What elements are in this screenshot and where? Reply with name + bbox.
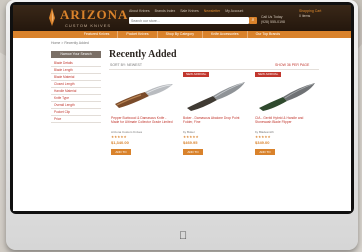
divider xyxy=(109,69,319,70)
sidebar-item-pocket-clip[interactable]: Pocket Clip xyxy=(51,109,101,116)
product-image[interactable] xyxy=(111,78,177,112)
top-link[interactable]: Sale Knives xyxy=(180,9,198,13)
imac-monitor: ARIZONA CUSTOM KNIVES About Knives Brand… xyxy=(6,0,358,250)
rating-stars: ★★★★★ xyxy=(111,135,127,139)
top-link[interactable]: Newsletter xyxy=(204,9,221,13)
add-to-cart-button[interactable]: ADD TO CART xyxy=(183,149,203,160)
sidebar-item-closed-length[interactable]: Closed Length xyxy=(51,81,101,88)
product-price: $469.95 xyxy=(183,140,198,145)
browser-screen: ARIZONA CUSTOM KNIVES About Knives Brand… xyxy=(13,5,351,211)
rating-stars: ★★★★★ xyxy=(255,135,271,139)
top-link[interactable]: About Knives xyxy=(129,9,150,13)
product-brand: by Boker xyxy=(183,130,195,134)
phone-info: Call Us Today (928) 555-0198 xyxy=(261,15,285,25)
product-brand: by Bladesmith xyxy=(255,130,274,134)
product-name[interactable]: Pepper Burlwood & Damascus Knife - Made … xyxy=(111,116,175,125)
filter-sidebar: Narrow Your Search Blade Details Blade L… xyxy=(51,51,101,123)
top-link[interactable]: My Account xyxy=(225,9,243,13)
nav-item-shop-by-category[interactable]: Shop By Category xyxy=(158,31,203,38)
product-price: $349.00 xyxy=(255,140,270,145)
sidebar-heading: Narrow Your Search xyxy=(51,51,101,58)
product-image[interactable] xyxy=(255,78,321,112)
cart-count: 0 items xyxy=(299,14,311,18)
phone-number: (928) 555-0198 xyxy=(261,20,285,24)
sidebar-item-price[interactable]: Price xyxy=(51,116,101,123)
site-logo-tagline: CUSTOM KNIVES xyxy=(65,23,112,28)
add-to-cart-button[interactable]: ADD TO CART xyxy=(255,149,275,160)
site-logo[interactable]: ARIZONA xyxy=(60,7,128,23)
sidebar-item-blade-material[interactable]: Blade Material xyxy=(51,74,101,81)
nav-item-accessories[interactable]: Knife Accessories xyxy=(203,31,248,38)
apple-logo-icon:  xyxy=(179,230,187,242)
sidebar-item-knife-type[interactable]: Knife Type xyxy=(51,95,101,102)
nav-item-featured[interactable]: Featured Knives xyxy=(76,31,119,38)
product-card[interactable]: NEW ARRIVAL CIA - Gerbil Hybrid & Handle… xyxy=(255,72,321,182)
search-icon: ⌕ xyxy=(251,17,255,23)
search-button[interactable]: ⌕ xyxy=(249,17,257,24)
product-name[interactable]: CIA - Gerbil Hybrid & Handle and Stonewa… xyxy=(255,116,319,125)
product-image[interactable] xyxy=(183,78,249,112)
search-input[interactable] xyxy=(129,17,249,24)
sidebar-item-overall-length[interactable]: Overall Length xyxy=(51,102,101,109)
sidebar-item-handle-material[interactable]: Handle Material xyxy=(51,88,101,95)
cart-link[interactable]: Shopping Cart 0 items xyxy=(299,9,321,19)
product-price: $1,340.00 xyxy=(111,140,129,145)
nav-item-top-brands[interactable]: Our Top Brands xyxy=(248,31,288,38)
add-to-cart-button[interactable]: ADD TO CART xyxy=(111,149,131,160)
product-brand: Arizona Custom Knives xyxy=(111,130,143,134)
per-page-select[interactable]: SHOW 36 PER PAGE xyxy=(275,63,309,67)
knife-logo-icon[interactable] xyxy=(47,8,57,26)
new-arrival-badge: NEW ARRIVAL xyxy=(183,72,210,77)
product-card[interactable]: Pepper Burlwood & Damascus Knife - Made … xyxy=(111,72,177,182)
sort-select[interactable]: SORT BY: NEWEST xyxy=(110,63,142,67)
rating-stars: ★★★★★ xyxy=(183,135,199,139)
top-link[interactable]: Brands Index xyxy=(155,9,176,13)
top-links: About Knives Brands Index Sale Knives Ne… xyxy=(129,9,247,13)
product-card[interactable]: NEW ARRIVAL Boker - Damascus Abalone Dro… xyxy=(183,72,249,182)
sidebar-item-blade-length[interactable]: Blade Length xyxy=(51,67,101,74)
breadcrumb[interactable]: Home > Recently Added xyxy=(51,41,89,45)
site-header: ARIZONA CUSTOM KNIVES About Knives Brand… xyxy=(13,5,351,31)
sidebar-item-blade-details[interactable]: Blade Details xyxy=(51,60,101,67)
main-nav: Featured Knives Pocket Knives Shop By Ca… xyxy=(13,31,351,38)
nav-item-pocket-knives[interactable]: Pocket Knives xyxy=(118,31,158,38)
page-title: Recently Added xyxy=(109,49,177,60)
new-arrival-badge: NEW ARRIVAL xyxy=(255,72,282,77)
product-name[interactable]: Boker - Damascus Abalone Drop Point Fold… xyxy=(183,116,247,125)
